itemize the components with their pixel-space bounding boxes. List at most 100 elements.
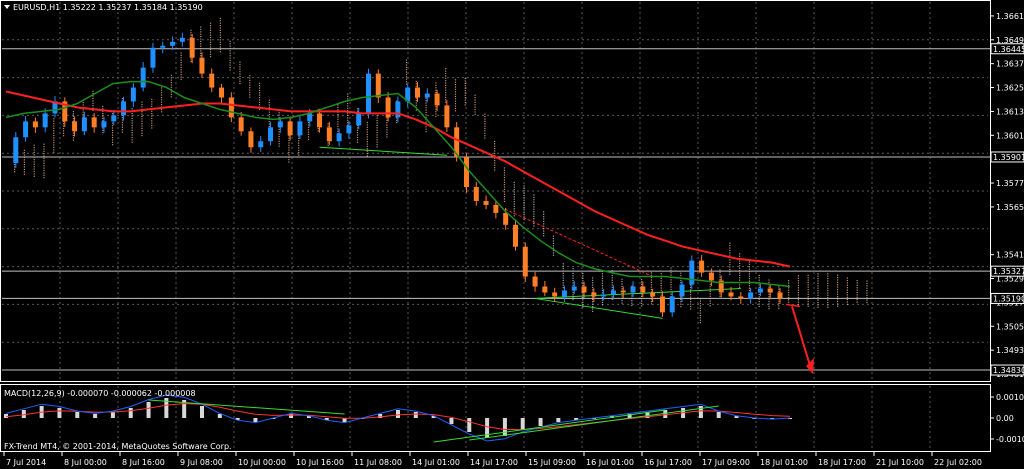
cloud-dot (219, 39, 221, 41)
cloud-dot (660, 294, 662, 296)
cloud-dot (464, 89, 466, 92)
cloud-dot (650, 284, 653, 286)
cloud-dot (739, 265, 741, 267)
cloud-dot (748, 273, 751, 275)
candle-body (150, 47, 156, 68)
candle-body (571, 286, 577, 291)
x-tick-label: 14 Jul 01:00 (412, 458, 460, 467)
cloud-dot (699, 317, 702, 319)
cloud-dot (797, 303, 799, 306)
cloud-dot (268, 101, 270, 104)
cloud-dot (709, 302, 711, 305)
cloud-dot (807, 279, 809, 281)
cloud-dot (660, 277, 662, 280)
macd-histogram-bar (110, 412, 115, 418)
cloud-dot (180, 54, 182, 57)
cloud-dot (200, 55, 202, 57)
candle-body (728, 292, 734, 297)
cloud-dot (866, 285, 868, 287)
cloud-dot (611, 289, 613, 291)
cloud-dot (180, 71, 182, 73)
cloud-dot (807, 277, 809, 279)
candle-body (160, 45, 166, 48)
eurusd-chart[interactable]: EURUSD,H1 1.35222 1.35237 1.35184 1.3519… (0, 0, 1024, 469)
cloud-dot (562, 277, 564, 279)
cloud-dot (366, 124, 368, 126)
cloud-dot (366, 152, 368, 155)
cloud-dot (258, 108, 261, 111)
cloud-dot (249, 89, 251, 91)
candle-body (757, 288, 763, 293)
cloud-dot (699, 307, 702, 309)
cloud-dot (562, 287, 564, 289)
cloud-dot (298, 135, 300, 137)
cloud-dot (866, 301, 868, 304)
cloud-dot (846, 289, 848, 291)
x-tick-label: 22 Jul 02:00 (934, 458, 982, 467)
cloud-dot (748, 278, 751, 280)
cloud-dot (121, 121, 123, 124)
candle-body (189, 37, 195, 58)
cloud-dot (180, 78, 182, 80)
cloud-dot (121, 129, 123, 131)
cloud-dot (846, 296, 848, 298)
cloud-dot (523, 202, 525, 204)
cloud-dot (327, 142, 329, 144)
cloud-dot (807, 289, 809, 291)
macd-tick-label: 0.00105 (996, 393, 1024, 402)
cloud-dot (846, 303, 848, 305)
cloud-dot (43, 172, 45, 174)
cloud-dot (102, 132, 104, 134)
cloud-dot (552, 235, 555, 237)
cloud-dot (660, 289, 662, 291)
cloud-dot (435, 108, 437, 110)
cloud-dot (219, 29, 221, 31)
cloud-dot (151, 120, 153, 122)
cloud-dot (131, 141, 133, 143)
cloud-dot (180, 62, 182, 64)
cloud-dot (43, 177, 45, 179)
macd-histogram-bar (93, 414, 98, 418)
cloud-dot (268, 121, 270, 123)
cloud-dot (680, 296, 682, 298)
cloud-dot (23, 171, 25, 173)
cloud-dot (445, 75, 447, 77)
candle-body (522, 246, 528, 277)
cloud-dot (572, 272, 574, 274)
cloud-dot (788, 280, 790, 282)
cloud-dot (543, 218, 545, 220)
cloud-dot (778, 307, 780, 309)
cloud-dot (376, 143, 378, 146)
cloud-dot (846, 287, 848, 289)
cloud-dot (454, 95, 457, 98)
cloud-dot (141, 125, 143, 127)
cloud-dot (513, 208, 515, 210)
cloud-dot (425, 114, 427, 116)
cloud-dot (719, 269, 721, 271)
macd-histogram-bar (253, 418, 258, 422)
cloud-dot (513, 210, 515, 212)
cloud-dot (425, 121, 427, 123)
cloud-dot (209, 51, 212, 53)
cloud-dot (827, 277, 829, 280)
cloud-dot (650, 279, 653, 281)
cloud-dot (239, 80, 241, 82)
cloud-dot (445, 84, 447, 87)
cloud-dot (827, 285, 829, 287)
cloud-dot (72, 115, 74, 117)
cloud-dot (523, 211, 525, 213)
cloud-dot (14, 168, 16, 170)
cloud-dot (239, 73, 241, 75)
macd-histogram-bar (200, 406, 204, 418)
cloud-dot (53, 142, 55, 144)
cloud-dot (739, 253, 741, 255)
cloud-dot (513, 189, 515, 191)
cloud-dot (268, 123, 270, 125)
cloud-dot (229, 57, 231, 59)
cloud-dot (415, 97, 417, 99)
cloud-dot (856, 282, 858, 284)
cloud-dot (445, 94, 447, 96)
candle-body (610, 290, 616, 295)
macd-histogram-bar (4, 414, 8, 418)
candle-body (13, 137, 19, 164)
